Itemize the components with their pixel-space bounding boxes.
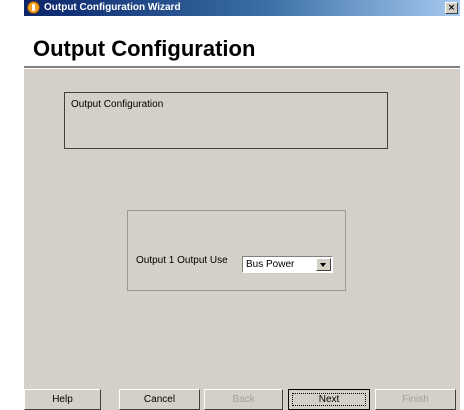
wizard-header: Output Configuration xyxy=(24,16,460,66)
next-button[interactable]: Next xyxy=(288,389,370,410)
help-button[interactable]: Help xyxy=(24,389,101,410)
description-box: Output Configuration xyxy=(64,92,388,149)
title-bar[interactable]: Output Configuration Wizard × xyxy=(24,0,460,16)
output-settings-panel: Output 1 Output Use Bus Power xyxy=(127,210,346,291)
output-use-value: Bus Power xyxy=(246,259,295,270)
wizard-window: Output Configuration Wizard × Output Con… xyxy=(24,0,460,410)
output-use-label: Output 1 Output Use xyxy=(136,255,228,266)
chevron-down-icon[interactable] xyxy=(316,258,331,271)
next-button-label: Next xyxy=(318,394,340,405)
page-title: Output Configuration xyxy=(33,36,256,61)
output-use-dropdown[interactable]: Bus Power xyxy=(242,256,333,273)
finish-button[interactable]: Finish xyxy=(375,389,456,410)
cancel-button[interactable]: Cancel xyxy=(119,389,200,410)
window-title: Output Configuration Wizard xyxy=(44,2,181,13)
description-label: Output Configuration xyxy=(71,99,164,110)
app-icon xyxy=(27,1,40,14)
header-divider xyxy=(24,66,460,69)
close-button[interactable]: × xyxy=(445,2,458,14)
back-button[interactable]: Back xyxy=(204,389,283,410)
